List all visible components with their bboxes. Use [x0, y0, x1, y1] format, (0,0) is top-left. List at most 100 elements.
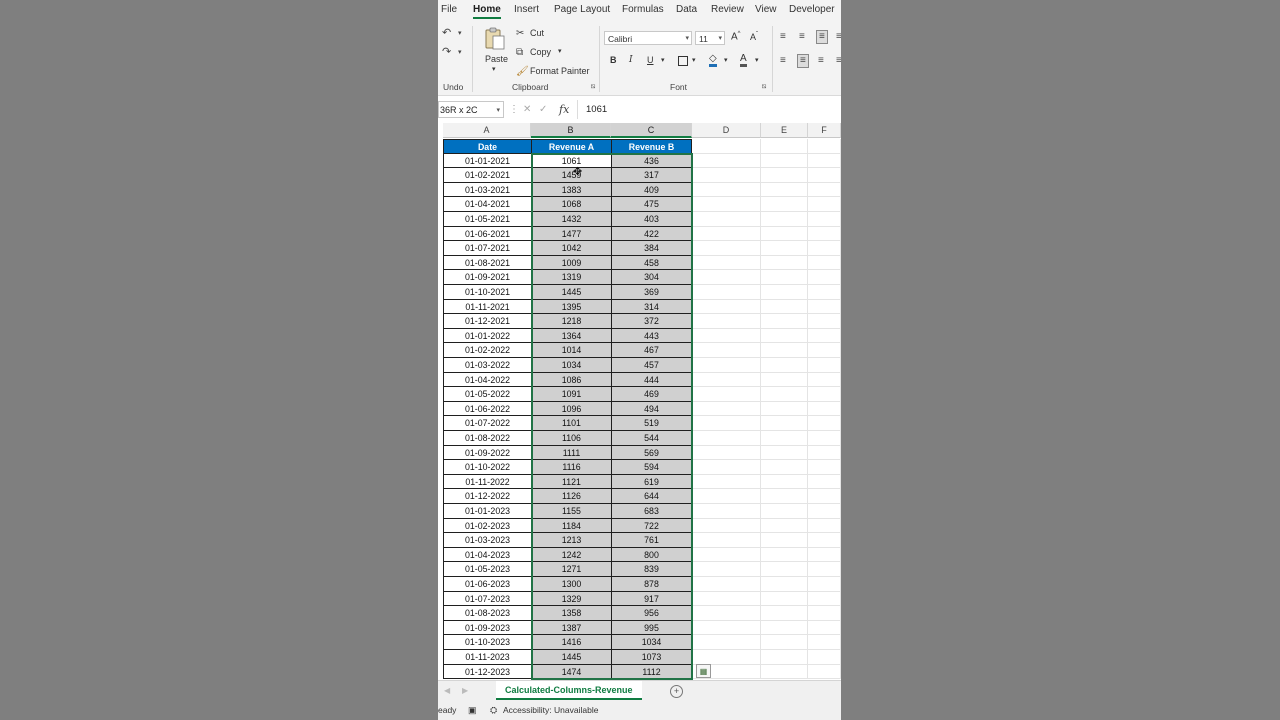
- empty-cell[interactable]: [808, 153, 841, 169]
- empty-cell[interactable]: [808, 635, 841, 650]
- tab-view[interactable]: View: [755, 4, 777, 15]
- empty-cell[interactable]: [692, 241, 761, 256]
- tab-insert[interactable]: Insert: [514, 4, 539, 15]
- empty-cell[interactable]: [692, 431, 761, 446]
- empty-cell[interactable]: [692, 314, 761, 329]
- revenue-a-cell[interactable]: 1106: [531, 431, 612, 446]
- undo-dropdown-icon[interactable]: ▾: [458, 28, 462, 40]
- date-cell[interactable]: 01-10-2023: [443, 635, 532, 650]
- empty-cell[interactable]: [808, 650, 841, 665]
- font-color-dropdown-icon[interactable]: ▾: [755, 56, 759, 64]
- cut-button[interactable]: Cut: [530, 28, 544, 38]
- empty-cell[interactable]: [761, 620, 808, 636]
- orientation-icon[interactable]: ≡: [836, 31, 841, 43]
- date-cell[interactable]: 01-06-2021: [443, 226, 532, 242]
- empty-cell[interactable]: [692, 606, 761, 621]
- accessibility-status[interactable]: Accessibility: Unavailable: [503, 705, 598, 715]
- empty-cell[interactable]: [761, 387, 808, 402]
- empty-cell[interactable]: [692, 547, 761, 563]
- revenue-a-cell[interactable]: 1242: [531, 547, 612, 563]
- revenue-a-cell[interactable]: 1445: [531, 650, 612, 665]
- table-header-revenue-b[interactable]: Revenue B: [611, 139, 692, 154]
- empty-cell[interactable]: [692, 372, 761, 388]
- macro-record-icon[interactable]: ▣: [468, 705, 477, 716]
- empty-cell[interactable]: [761, 299, 808, 315]
- empty-cell[interactable]: [692, 445, 761, 461]
- revenue-a-cell[interactable]: 1121: [531, 474, 612, 490]
- format-painter-button[interactable]: Format Painter: [530, 66, 590, 76]
- redo-dropdown-icon[interactable]: ▾: [458, 47, 462, 59]
- column-header-f[interactable]: F: [808, 123, 841, 138]
- revenue-a-cell[interactable]: 1101: [531, 416, 612, 431]
- revenue-b-cell[interactable]: 422: [611, 226, 692, 242]
- tab-developer[interactable]: Developer: [789, 4, 835, 15]
- revenue-a-cell[interactable]: 1319: [531, 270, 612, 285]
- empty-cell[interactable]: [692, 328, 761, 344]
- date-cell[interactable]: 01-12-2022: [443, 489, 532, 504]
- date-cell[interactable]: 01-06-2022: [443, 401, 532, 417]
- copy-icon[interactable]: ⧉: [516, 47, 523, 59]
- date-cell[interactable]: 01-09-2023: [443, 620, 532, 636]
- empty-cell[interactable]: [761, 372, 808, 388]
- revenue-b-cell[interactable]: 619: [611, 474, 692, 490]
- empty-cell[interactable]: [692, 182, 761, 198]
- date-cell[interactable]: 01-05-2022: [443, 387, 532, 402]
- revenue-b-cell[interactable]: 403: [611, 212, 692, 227]
- revenue-a-cell[interactable]: 1091: [531, 387, 612, 402]
- empty-cell[interactable]: [761, 474, 808, 490]
- revenue-a-cell[interactable]: 1009: [531, 255, 612, 271]
- empty-cell[interactable]: [761, 547, 808, 563]
- revenue-a-cell[interactable]: 1300: [531, 577, 612, 592]
- empty-cell[interactable]: [808, 577, 841, 592]
- empty-cell[interactable]: [761, 533, 808, 548]
- date-cell[interactable]: 01-08-2022: [443, 431, 532, 446]
- underline-button[interactable]: U: [647, 55, 654, 65]
- revenue-b-cell[interactable]: 917: [611, 591, 692, 607]
- revenue-a-cell[interactable]: 1432: [531, 212, 612, 227]
- empty-cell[interactable]: [761, 460, 808, 475]
- empty-cell[interactable]: [808, 197, 841, 212]
- empty-cell[interactable]: [808, 474, 841, 490]
- empty-cell[interactable]: [808, 168, 841, 183]
- revenue-b-cell[interactable]: 372: [611, 314, 692, 329]
- revenue-a-cell[interactable]: 1218: [531, 314, 612, 329]
- revenue-a-cell[interactable]: 1111: [531, 445, 612, 461]
- align-center-icon[interactable]: ≡: [797, 54, 809, 68]
- column-header-d[interactable]: D: [692, 123, 761, 138]
- redo-icon[interactable]: ↷: [442, 46, 451, 58]
- date-cell[interactable]: 01-02-2021: [443, 168, 532, 183]
- bold-button[interactable]: B: [610, 55, 617, 65]
- font-color-button[interactable]: A: [740, 53, 747, 67]
- empty-cell[interactable]: [692, 153, 761, 169]
- date-cell[interactable]: 01-05-2021: [443, 212, 532, 227]
- tab-file[interactable]: File: [441, 4, 457, 15]
- date-cell[interactable]: 01-06-2023: [443, 577, 532, 592]
- empty-cell[interactable]: [808, 343, 841, 358]
- revenue-a-cell[interactable]: 1416: [531, 635, 612, 650]
- revenue-a-cell[interactable]: 1086: [531, 372, 612, 388]
- empty-cell[interactable]: [692, 416, 761, 431]
- empty-cell[interactable]: [692, 489, 761, 504]
- date-cell[interactable]: 01-09-2021: [443, 270, 532, 285]
- revenue-b-cell[interactable]: 436: [611, 153, 692, 169]
- empty-cell[interactable]: [808, 241, 841, 256]
- date-cell[interactable]: 01-09-2022: [443, 445, 532, 461]
- empty-cell[interactable]: [692, 533, 761, 548]
- table-header-revenue-a[interactable]: Revenue A: [531, 139, 612, 154]
- empty-cell[interactable]: [808, 328, 841, 344]
- date-cell[interactable]: 01-03-2023: [443, 533, 532, 548]
- empty-cell[interactable]: [808, 182, 841, 198]
- revenue-b-cell[interactable]: 314: [611, 299, 692, 315]
- empty-cell[interactable]: [761, 153, 808, 169]
- formula-input[interactable]: 1061: [577, 100, 841, 119]
- empty-cell[interactable]: [692, 387, 761, 402]
- revenue-a-cell[interactable]: 1184: [531, 518, 612, 534]
- date-cell[interactable]: 01-11-2023: [443, 650, 532, 665]
- revenue-b-cell[interactable]: 683: [611, 504, 692, 519]
- empty-cell[interactable]: [692, 562, 761, 577]
- empty-cell[interactable]: [808, 591, 841, 607]
- empty-cell[interactable]: [761, 591, 808, 607]
- empty-cell[interactable]: [808, 212, 841, 227]
- empty-cell[interactable]: [808, 285, 841, 300]
- date-cell[interactable]: 01-01-2021: [443, 153, 532, 169]
